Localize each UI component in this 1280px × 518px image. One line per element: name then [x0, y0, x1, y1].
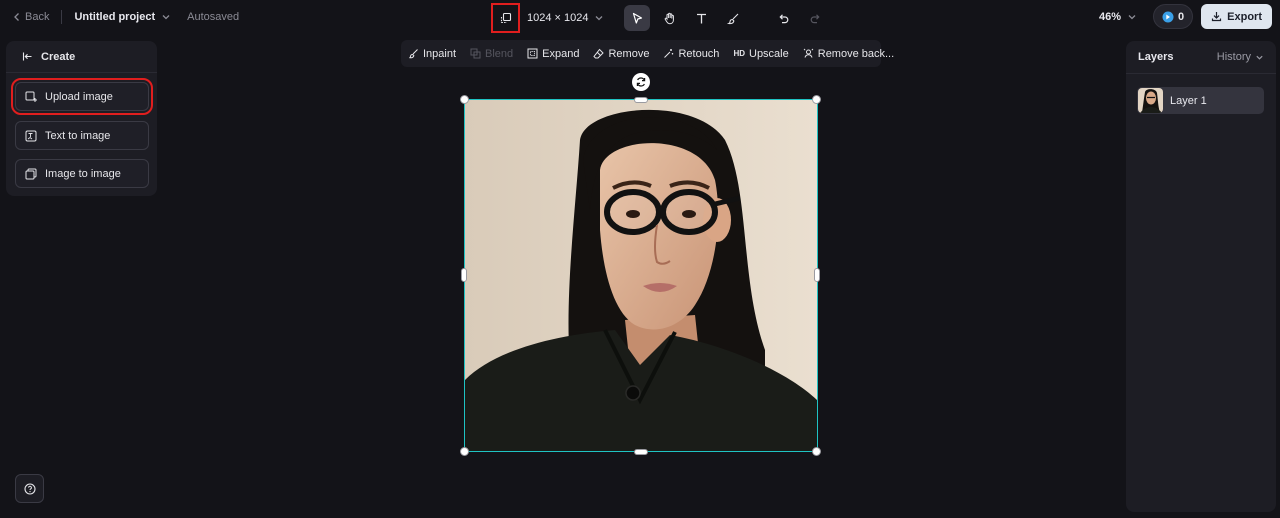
canvas-resize-icon [500, 12, 511, 24]
expand-button[interactable]: Expand [527, 48, 579, 60]
magic-wand-icon [664, 49, 674, 58]
layer-thumbnail [1138, 88, 1163, 113]
history-tab[interactable]: History [1217, 51, 1264, 63]
project-name: Untitled project [74, 10, 156, 23]
layers-title[interactable]: Layers [1138, 51, 1173, 63]
project-name-dropdown[interactable]: Untitled project [74, 11, 171, 23]
text-to-image-label: Text to image [45, 129, 111, 142]
redo-button[interactable] [802, 5, 828, 31]
upscale-button[interactable]: HD Upscale [733, 48, 788, 60]
remove-button[interactable]: Remove [593, 48, 649, 60]
undo-icon [779, 13, 789, 23]
export-label: Export [1227, 10, 1262, 23]
hand-tool-button[interactable] [656, 5, 682, 31]
chevron-down-icon [596, 16, 603, 21]
resize-handle-right[interactable] [814, 268, 820, 282]
history-label: History [1216, 51, 1251, 63]
select-tool-button[interactable] [624, 5, 651, 31]
image-to-image-button[interactable]: Image to image [15, 159, 149, 188]
back-button[interactable]: Back [12, 11, 49, 23]
upscale-label: Upscale [749, 47, 789, 60]
resize-handle-top[interactable] [634, 97, 648, 103]
credits-button[interactable]: 0 [1153, 4, 1194, 29]
zoom-level: 46% [1099, 10, 1122, 23]
remove-background-button[interactable]: Remove back... [803, 48, 894, 60]
layer-name: Layer 1 [1170, 94, 1207, 107]
create-panel-title: Create [41, 50, 76, 63]
portrait-image [465, 100, 817, 451]
upload-image-icon [25, 91, 37, 102]
collapse-left-icon [22, 52, 32, 61]
create-panel-header[interactable]: Create [6, 41, 157, 73]
text-tool-icon [696, 13, 706, 23]
help-icon [23, 482, 36, 495]
help-button[interactable] [15, 474, 44, 503]
retouch-label: Retouch [678, 47, 720, 60]
hand-icon [664, 12, 674, 24]
text-to-image-icon [25, 130, 37, 141]
hd-icon: HD [733, 49, 745, 58]
expand-label: Expand [542, 47, 580, 60]
brush-tool-button[interactable] [720, 5, 746, 31]
rotate-icon [636, 77, 646, 87]
blend-label: Blend [485, 47, 514, 60]
rotate-handle[interactable] [632, 73, 650, 91]
layers-panel-header: Layers History [1126, 41, 1276, 74]
remove-label: Remove [608, 47, 650, 60]
create-panel: Create Upload image Text to image Image … [6, 41, 157, 196]
upload-image-label: Upload image [45, 90, 113, 103]
export-button[interactable]: Export [1201, 4, 1272, 29]
text-tool-button[interactable] [688, 5, 714, 31]
expand-icon [527, 48, 538, 59]
remove-background-icon [803, 48, 814, 58]
chevron-left-icon [14, 12, 19, 21]
zoom-dropdown[interactable]: 46% [1099, 11, 1137, 23]
resize-handle-top-right[interactable] [812, 95, 821, 104]
inpaint-button[interactable]: Inpaint [408, 48, 456, 60]
remove-background-label: Remove back... [817, 47, 895, 60]
canvas-size-dropdown[interactable]: 1024 × 1024 [527, 12, 604, 24]
cursor-arrow-icon [632, 12, 643, 24]
inpaint-label: Inpaint [423, 47, 457, 60]
image-to-image-label: Image to image [45, 167, 121, 180]
redo-icon [810, 13, 820, 23]
chevron-down-icon [1128, 14, 1136, 19]
resize-handle-bottom[interactable] [634, 449, 648, 455]
resize-canvas-button[interactable] [491, 3, 520, 33]
canvas-image[interactable] [465, 100, 817, 451]
credit-coin-icon [1162, 11, 1174, 22]
text-to-image-button[interactable]: Text to image [15, 121, 149, 150]
resize-handle-top-left[interactable] [460, 95, 469, 104]
brush-icon [409, 49, 418, 59]
chevron-down-icon [162, 14, 170, 19]
layers-panel: Layers History Layer 1 [1126, 41, 1276, 512]
chevron-down-icon [1256, 55, 1263, 60]
resize-handle-left[interactable] [461, 268, 467, 282]
download-icon [1212, 12, 1222, 22]
upload-image-button[interactable]: Upload image [11, 78, 153, 115]
image-to-image-icon [25, 168, 37, 179]
resize-handle-bottom-right[interactable] [812, 447, 821, 456]
autosave-status: Autosaved [187, 10, 240, 23]
divider [61, 9, 63, 24]
blend-icon [470, 48, 481, 59]
eraser-icon [593, 48, 605, 59]
undo-button[interactable] [770, 5, 796, 31]
layer-item[interactable]: Layer 1 [1137, 87, 1264, 114]
canvas-size-label: 1024 × 1024 [527, 12, 589, 24]
resize-handle-bottom-left[interactable] [460, 447, 469, 456]
top-bar: Back Untitled project Autosaved 1024 × 1… [0, 0, 1280, 33]
retouch-button[interactable]: Retouch [663, 48, 719, 60]
brush-icon [726, 13, 739, 24]
image-edit-toolbar: Inpaint Blend Expand Remove Retouch HD U… [401, 40, 894, 67]
blend-button[interactable]: Blend [470, 48, 513, 60]
back-label: Back [25, 10, 50, 23]
credit-count: 0 [1178, 10, 1185, 23]
